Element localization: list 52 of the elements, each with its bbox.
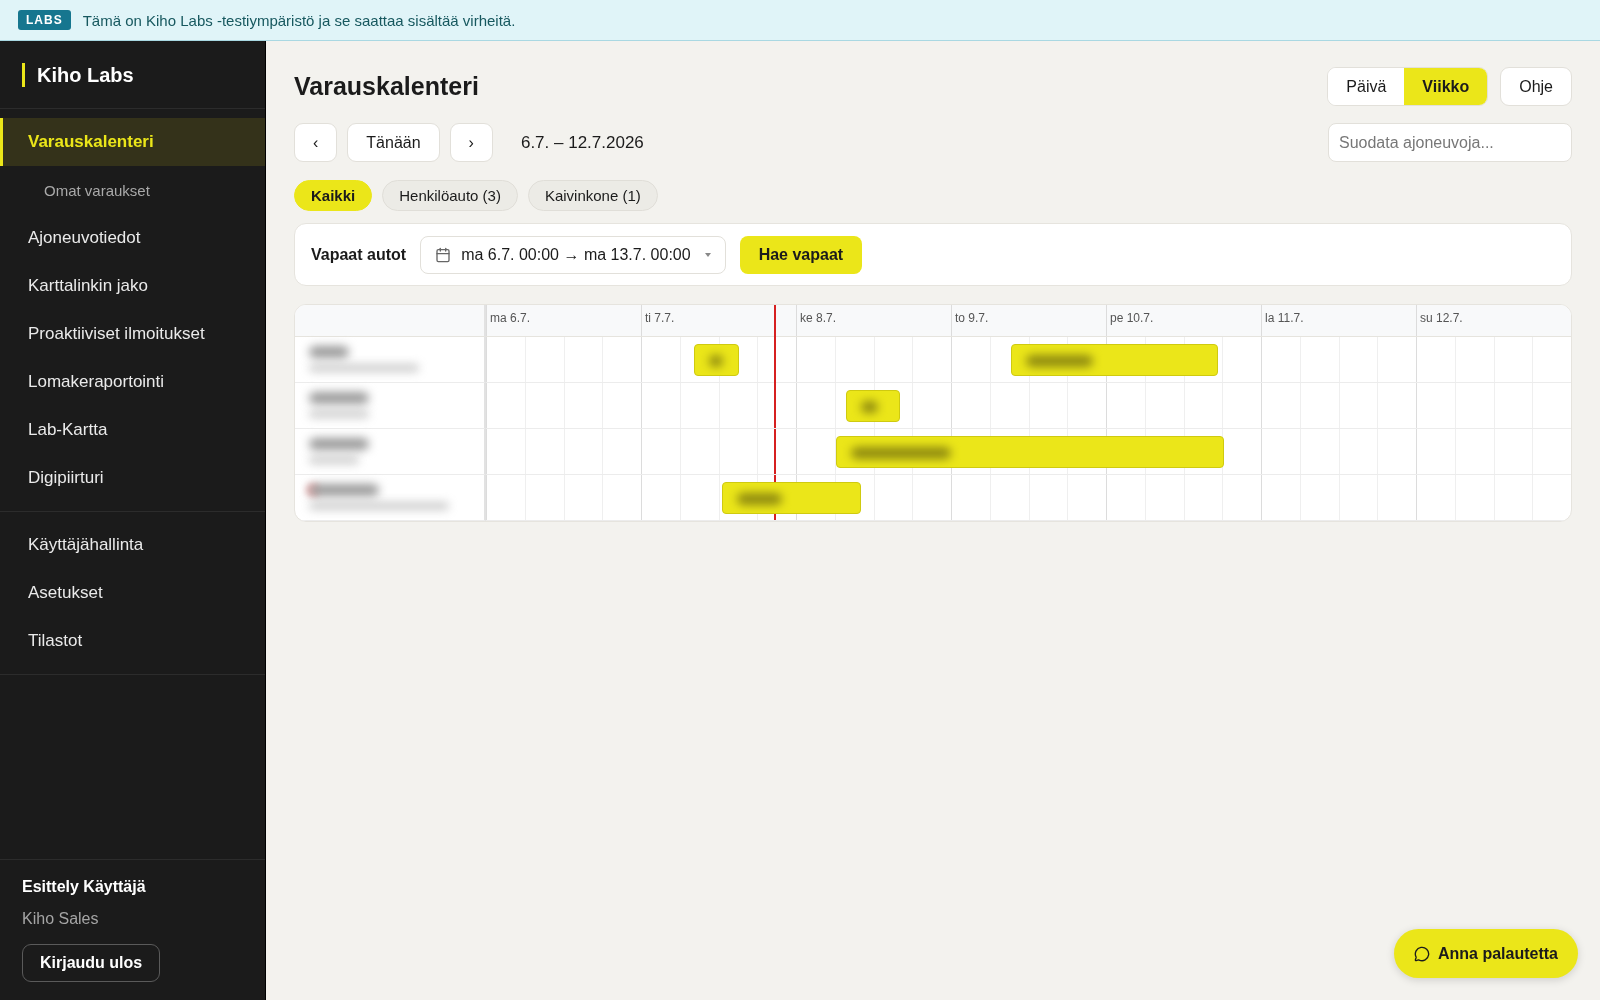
caret-icon xyxy=(704,252,711,257)
help-button[interactable]: Ohje xyxy=(1500,67,1572,106)
nav-item[interactable]: Asetukset xyxy=(0,569,265,617)
brand-logo: Kiho Labs xyxy=(22,62,134,87)
vehicle-filter-field[interactable]: Suodata ajoneuvoja... xyxy=(1328,123,1572,162)
labs-badge: LABS xyxy=(18,10,71,30)
day-header: pe 10.7. xyxy=(1106,305,1261,336)
search-available-button[interactable]: Hae vapaat xyxy=(739,235,863,274)
nav-item[interactable]: Lomakeraportointi xyxy=(0,358,265,406)
booking-bar[interactable] xyxy=(721,482,862,514)
next-button[interactable]: › xyxy=(449,123,493,162)
nav-item[interactable]: Varauskalenteri xyxy=(0,118,265,166)
banner-message: Tämä on Kiho Labs -testiympäristö ja se saattaa sisältää virheitä. xyxy=(82,11,516,29)
nav-item[interactable]: Proaktiiviset ilmoitukset xyxy=(0,310,265,358)
nav-item[interactable]: Ajoneuvotiedot xyxy=(0,214,265,262)
day-header: to 9.7. xyxy=(951,305,1106,336)
user-organization: Kiho Sales xyxy=(22,910,99,928)
nav-item[interactable]: Omat varaukset xyxy=(0,166,265,214)
logout-button[interactable]: Kirjaudu ulos xyxy=(22,944,161,982)
nav-item[interactable]: Käyttäjähallinta xyxy=(0,521,265,569)
blurred-vehicle-name xyxy=(309,438,369,450)
booking-bar[interactable] xyxy=(693,344,739,376)
availability-label: Vapaat autot xyxy=(311,245,407,264)
nav-item[interactable]: Lab-Kartta xyxy=(0,406,265,454)
previous-button[interactable]: ‹ xyxy=(294,123,338,162)
category-chip[interactable]: Kaikki xyxy=(294,180,373,211)
blurred-vehicle-details xyxy=(309,410,369,418)
category-chip[interactable]: Henkilöauto (3) xyxy=(382,180,518,211)
calendar-icon xyxy=(435,246,452,263)
booking-bar[interactable] xyxy=(836,436,1224,468)
feedback-button[interactable]: Anna palautetta xyxy=(1394,929,1578,978)
today-button[interactable]: Tänään xyxy=(347,123,440,162)
nav-item[interactable]: Karttalinkin jako xyxy=(0,262,265,310)
day-header: su 12.7. xyxy=(1416,305,1571,336)
nav-item[interactable]: Tilastot xyxy=(0,617,265,665)
date-range-picker[interactable]: ma 6.7. 00:00 → ma 13.7. 00:00 xyxy=(420,235,726,274)
day-header: ma 6.7. xyxy=(486,305,641,336)
booking-bar[interactable] xyxy=(1011,344,1218,376)
day-header: ke 8.7. xyxy=(796,305,951,336)
blurred-vehicle-name xyxy=(309,392,369,404)
booking-bar[interactable] xyxy=(845,390,900,422)
view-tab[interactable]: Viikko xyxy=(1404,68,1488,105)
chat-icon xyxy=(1414,945,1430,962)
date-range: 6.7. – 12.7.2026 xyxy=(520,132,644,153)
day-header: la 11.7. xyxy=(1261,305,1416,336)
blurred-vehicle-name xyxy=(309,346,349,358)
blurred-vehicle-name xyxy=(309,484,379,496)
blurred-vehicle-details xyxy=(309,456,359,464)
user-name: Esittely Käyttäjä xyxy=(22,878,146,896)
nav-item[interactable]: Digipiirturi xyxy=(0,454,265,502)
page-title: Varauskalenteri xyxy=(294,72,479,101)
category-chip[interactable]: Kaivinkone (1) xyxy=(527,180,658,211)
